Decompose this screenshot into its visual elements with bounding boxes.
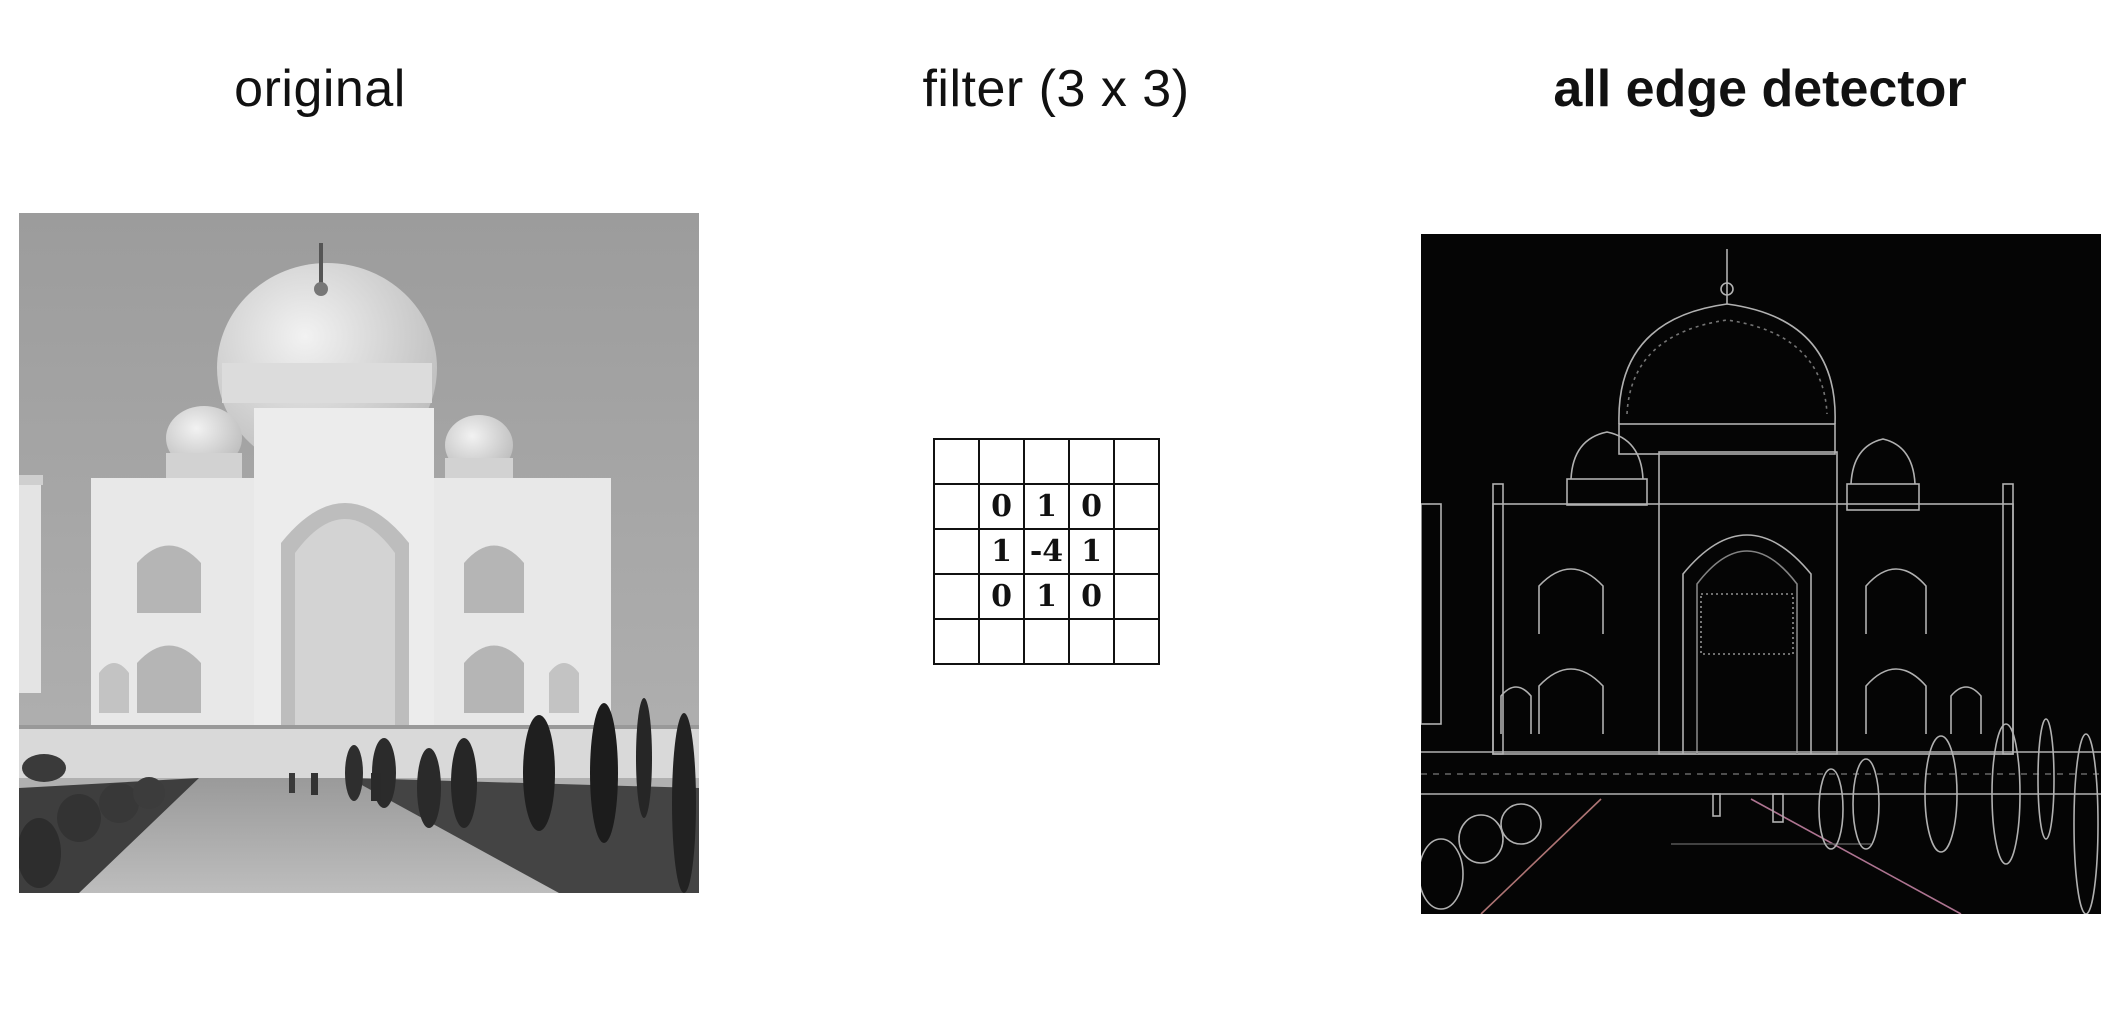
kernel-cell	[1070, 620, 1115, 665]
kernel-cell	[980, 440, 1025, 485]
kernel-cell: 0	[980, 575, 1025, 620]
kernel-cell: 1	[1070, 530, 1115, 575]
kernel-cell	[1115, 620, 1160, 665]
kernel-cell-center: -4	[1025, 530, 1070, 575]
edge-detected-drawing	[1421, 234, 2101, 914]
kernel-cell: 1	[1025, 485, 1070, 530]
kernel-cell: 1	[980, 530, 1025, 575]
kernel-cell	[935, 530, 980, 575]
kernel-cell	[1115, 530, 1160, 575]
filter-heading: filter (3 x 3)	[922, 60, 1190, 118]
original-heading: original	[234, 60, 406, 118]
kernel-cell: 0	[980, 485, 1025, 530]
filter-kernel-grid: 0 1 0 1 -4 1 0 1 0	[933, 438, 1160, 665]
kernel-cell	[980, 620, 1025, 665]
kernel-cell	[1115, 575, 1160, 620]
kernel-cell	[1025, 620, 1070, 665]
kernel-cell	[935, 485, 980, 530]
kernel-cell	[935, 620, 980, 665]
kernel-cell	[935, 440, 980, 485]
kernel-cell	[1115, 440, 1160, 485]
kernel-cell: 1	[1025, 575, 1070, 620]
kernel-cell	[935, 575, 980, 620]
slide: original filter (3 x 3) all edge detecto…	[0, 0, 2124, 1014]
kernel-cell	[1025, 440, 1070, 485]
kernel-cell	[1115, 485, 1160, 530]
kernel-cell: 0	[1070, 575, 1115, 620]
original-photo	[19, 213, 699, 893]
kernel-cell	[1070, 440, 1115, 485]
kernel-cell: 0	[1070, 485, 1115, 530]
original-photo-drawing	[19, 213, 699, 893]
edge-detector-heading: all edge detector	[1553, 60, 1967, 118]
edge-detected-photo	[1421, 234, 2101, 914]
